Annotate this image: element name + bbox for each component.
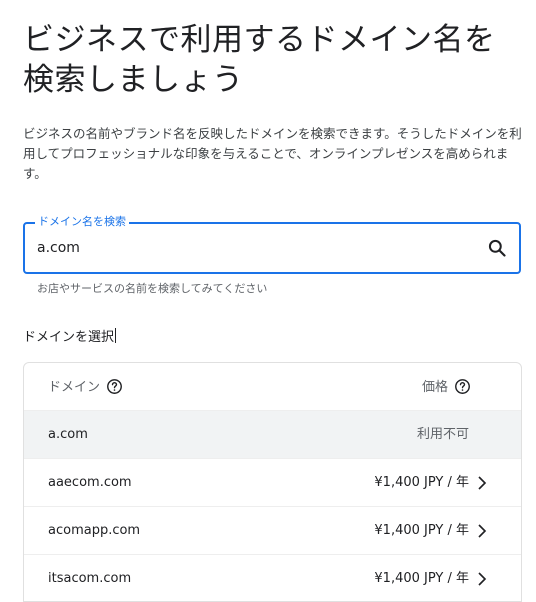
row-price: 利用不可 [416,427,469,442]
text-cursor [115,328,117,343]
row-domain: itsacom.com [48,571,132,586]
domain-search-field[interactable]: ドメイン名を検索 [23,215,521,274]
select-domain-label: ドメインを選択 [23,330,115,345]
row-domain: a.com [48,427,88,442]
row-price: ¥1,400 JPY / 年 [374,475,469,490]
page-title: ビジネスで利用するドメイン名を検索しましょう [23,22,496,98]
search-helper-text: お店やサービスの名前を検索してみてください [37,282,268,295]
chevron-right-icon[interactable] [473,570,491,588]
table-row[interactable]: acomapp.com ¥1,400 JPY / 年 [24,507,521,555]
table-row[interactable]: aaecom.com ¥1,400 JPY / 年 [24,459,521,507]
table-header: ドメイン 価格 [24,363,521,411]
page-description: ビジネスの名前やブランド名を反映したドメインを検索できます。そうしたドメインを利… [23,126,522,181]
header-price-label: 価格 [421,380,448,395]
table-row[interactable]: itsacom.com ¥1,400 JPY / 年 [24,555,521,601]
chevron-right-icon[interactable] [473,522,491,540]
search-input[interactable] [37,236,467,260]
domain-table: ドメイン 価格 a.com 利用不可 aaecom.com ¥1,400 JPY… [23,362,522,602]
search-label: ドメイン名を検索 [35,215,129,229]
header-price: 価格 [422,378,471,397]
help-icon[interactable] [106,378,123,395]
header-domain-label: ドメイン [48,380,101,395]
search-icon[interactable] [487,238,507,258]
chevron-right-icon[interactable] [473,474,491,492]
select-domain-heading: ドメインを選択 [23,328,117,348]
help-icon[interactable] [454,378,471,395]
row-domain: aaecom.com [48,475,132,490]
table-row: a.com 利用不可 [24,411,521,459]
row-domain: acomapp.com [48,523,141,538]
header-domain: ドメイン [48,378,123,397]
row-price: ¥1,400 JPY / 年 [374,571,469,586]
row-price: ¥1,400 JPY / 年 [374,523,469,538]
